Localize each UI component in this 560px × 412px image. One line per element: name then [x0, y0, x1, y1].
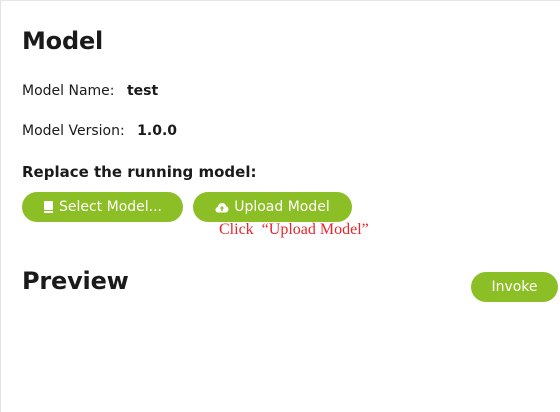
- preview-title: Preview: [22, 267, 129, 295]
- model-name-value: test: [126, 83, 159, 99]
- model-name-row: Model Name: test: [22, 82, 158, 100]
- select-model-button[interactable]: Select Model...: [22, 192, 183, 222]
- model-title: Model: [22, 27, 104, 55]
- model-name-label: Model Name:: [22, 83, 115, 99]
- invoke-button[interactable]: Invoke: [471, 272, 558, 302]
- upload-instruction-annotation: Click “Upload Model”: [219, 221, 369, 238]
- model-panel: Model Model Name: test Model Version: 1.…: [0, 0, 560, 412]
- invoke-label: Invoke: [491, 279, 538, 295]
- file-icon: [43, 201, 54, 213]
- replace-model-heading: Replace the running model:: [22, 163, 257, 181]
- model-version-row: Model Version: 1.0.0: [22, 122, 177, 140]
- model-version-label: Model Version:: [22, 123, 125, 139]
- cloud-upload-icon: [215, 202, 229, 213]
- upload-model-label: Upload Model: [234, 199, 330, 215]
- select-model-label: Select Model...: [58, 199, 163, 215]
- model-version-value: 1.0.0: [137, 123, 178, 139]
- upload-model-button[interactable]: Upload Model: [193, 192, 352, 222]
